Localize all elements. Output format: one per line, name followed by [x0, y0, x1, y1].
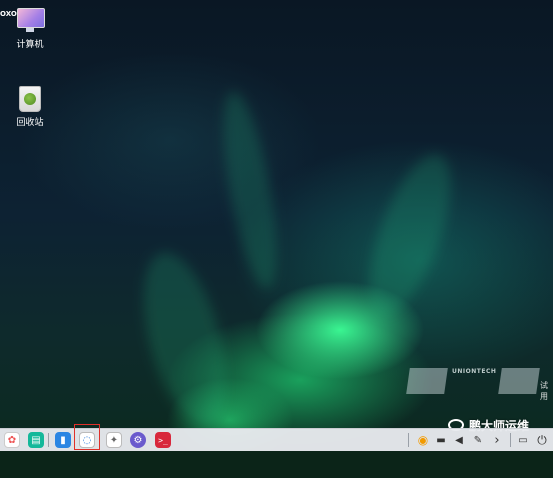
watermark-brand: UNIONTECH [452, 368, 497, 375]
taskbar-divider [408, 433, 409, 447]
selection-highlight [74, 424, 100, 450]
power-icon[interactable]: ⏻ [535, 432, 549, 448]
app-store-icon[interactable]: ✦ [106, 432, 122, 448]
settings-icon[interactable]: ⚙ [130, 432, 146, 448]
show-desktop-icon[interactable]: ▭ [516, 432, 530, 448]
desktop-icon-computer[interactable]: 计算机 [0, 8, 60, 50]
terminal-icon[interactable]: >_ [155, 432, 171, 448]
taskbar-divider [510, 433, 511, 447]
desktop-icon-trash[interactable]: 回收站 [0, 86, 60, 128]
computer-icon [17, 8, 45, 34]
desktop-icon-label: 计算机 [16, 40, 44, 50]
desktop-wallpaper [0, 0, 553, 478]
power-saver-icon[interactable]: ◉ [416, 432, 430, 448]
keyboard-icon[interactable]: ▬ [434, 432, 448, 448]
desktop-bottom-strip [0, 451, 553, 478]
pen-icon[interactable]: ✎ [471, 432, 485, 448]
chevron-right-icon[interactable]: › [490, 432, 504, 448]
desktop-icon-label: 回收站 [16, 118, 44, 128]
volume-icon[interactable]: ◀ [452, 432, 466, 448]
watermark-block-left [406, 368, 448, 394]
folder-icon[interactable]: ▮ [55, 432, 71, 448]
taskbar-divider [48, 433, 49, 447]
trash-icon [17, 86, 43, 112]
watermark-trial-label: 试用 [540, 381, 548, 401]
multitask-view-icon[interactable]: ▤ [28, 432, 44, 448]
launcher-icon[interactable]: ✿ [4, 432, 20, 448]
watermark-block-right [498, 368, 540, 394]
